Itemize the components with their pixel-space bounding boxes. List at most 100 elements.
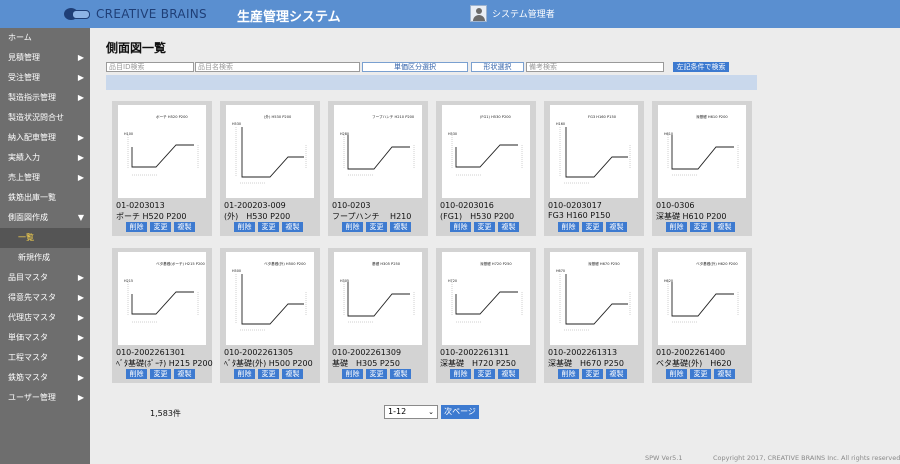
edit-button[interactable]: 変更 xyxy=(582,369,603,379)
edit-button[interactable]: 変更 xyxy=(258,369,279,379)
copy-button[interactable]: 複製 xyxy=(606,369,627,379)
edit-button[interactable]: 変更 xyxy=(366,222,387,232)
card-name: ﾍﾞﾀ基礎(外) H500 P200 xyxy=(224,359,313,368)
side-drawing-thumbnail[interactable]: フープハンチ H210 P200 H280 xyxy=(334,105,422,198)
copy-button[interactable]: 複製 xyxy=(498,369,519,379)
remarks-search-input[interactable]: 備考検索 xyxy=(526,62,664,72)
delete-button[interactable]: 削除 xyxy=(666,369,687,379)
drawing-card: 基礎 H305 P250 H305 010-2002261309 基礎 H305 P2… xyxy=(328,248,428,383)
delete-button[interactable]: 削除 xyxy=(342,369,363,379)
sidebar-item[interactable]: 鉄筋出庫一覧 xyxy=(0,188,90,208)
sidebar-item[interactable]: 製造指示管理 ▶ xyxy=(0,88,90,108)
sidebar-item[interactable]: 売上管理 ▶ xyxy=(0,168,90,188)
delete-button[interactable]: 削除 xyxy=(558,222,579,232)
unit-class-select-button[interactable]: 単価区分選択 xyxy=(362,62,468,72)
sidebar-item[interactable]: ユーザー管理 ▶ xyxy=(0,388,90,408)
side-drawing-thumbnail[interactable]: ポーチ H520 P200 H100 xyxy=(118,105,206,198)
next-page-button[interactable]: 次ページ xyxy=(441,405,479,419)
delete-button[interactable]: 削除 xyxy=(450,222,471,232)
edit-button[interactable]: 変更 xyxy=(366,369,387,379)
side-drawing-svg: ポーチ H520 P200 H100 xyxy=(124,114,199,176)
copy-button[interactable]: 複製 xyxy=(714,369,735,379)
sidebar-item-label: 納入配車管理 xyxy=(8,133,56,142)
sidebar-item[interactable]: 受注管理 ▶ xyxy=(0,68,90,88)
side-drawing-thumbnail[interactable]: 基礎 H305 P250 H305 xyxy=(334,252,422,345)
card-name: ポーチ H520 P200 xyxy=(116,212,187,221)
edit-button[interactable]: 変更 xyxy=(582,222,603,232)
sidebar-item-label: 得意先マスタ xyxy=(8,293,56,302)
delete-button[interactable]: 削除 xyxy=(558,369,579,379)
sidebar-subitem[interactable]: 一覧 xyxy=(0,228,90,248)
delete-button[interactable]: 削除 xyxy=(450,369,471,379)
result-count: 1,583件 xyxy=(150,409,181,418)
sidebar-item[interactable]: 代理店マスタ ▶ xyxy=(0,308,90,328)
user-menu[interactable]: システム管理者 xyxy=(470,5,555,22)
copy-button[interactable]: 複製 xyxy=(282,369,303,379)
drawing-outline xyxy=(241,127,304,178)
delete-button[interactable]: 削除 xyxy=(126,222,147,232)
side-drawing-thumbnail[interactable]: 深基礎 H670 P250 H670 xyxy=(550,252,638,345)
edit-button[interactable]: 変更 xyxy=(150,369,171,379)
delete-button[interactable]: 削除 xyxy=(234,222,255,232)
drawing-card: ポーチ H520 P200 H100 01-0203013 ポーチ H520 P200… xyxy=(112,101,212,236)
sidebar-item[interactable]: 単価マスタ ▶ xyxy=(0,328,90,348)
drawing-outline xyxy=(455,291,518,315)
delete-button[interactable]: 削除 xyxy=(126,369,147,379)
copy-button[interactable]: 複製 xyxy=(714,222,735,232)
delete-button[interactable]: 削除 xyxy=(666,222,687,232)
edit-button[interactable]: 変更 xyxy=(690,369,711,379)
sidebar-item[interactable]: 実績入力 ▶ xyxy=(0,148,90,168)
chevron-right-icon: ▶ xyxy=(77,153,84,162)
drawing-height-label: H720 xyxy=(448,279,457,283)
side-drawing-thumbnail[interactable]: FG3 H160 P150 H160 xyxy=(550,105,638,198)
sidebar-item[interactable]: 側面図作成 ▼ xyxy=(0,208,90,228)
shape-select-button[interactable]: 形状選択 xyxy=(471,62,524,72)
side-drawing-thumbnail[interactable]: ベタ基礎(ポーチ) H215 P200 H215 xyxy=(118,252,206,345)
card-code: 01-200203-009 xyxy=(224,201,286,210)
card-actions: 削除 変更 複製 xyxy=(450,369,519,379)
copy-button[interactable]: 複製 xyxy=(390,222,411,232)
edit-button[interactable]: 変更 xyxy=(474,222,495,232)
chevron-right-icon: ▶ xyxy=(77,353,84,362)
sidebar-subitem[interactable]: 新規作成 xyxy=(0,248,90,268)
card-actions: 削除 変更 複製 xyxy=(558,369,627,379)
sidebar-item[interactable]: 工程マスタ ▶ xyxy=(0,348,90,368)
sidebar-item[interactable]: 見積管理 ▶ xyxy=(0,48,90,68)
sidebar-item[interactable]: ホーム xyxy=(0,28,90,48)
copy-button[interactable]: 複製 xyxy=(498,222,519,232)
sidebar-item[interactable]: 納入配車管理 ▶ xyxy=(0,128,90,148)
user-avatar-icon xyxy=(470,5,487,22)
delete-button[interactable]: 削除 xyxy=(342,222,363,232)
copy-button[interactable]: 複製 xyxy=(390,369,411,379)
copy-button[interactable]: 複製 xyxy=(282,222,303,232)
edit-button[interactable]: 変更 xyxy=(474,369,495,379)
search-button[interactable]: 左記条件で検索 xyxy=(673,62,729,72)
sidebar-item[interactable]: 品目マスタ ▶ xyxy=(0,268,90,288)
sidebar-item[interactable]: 鉄筋マスタ ▶ xyxy=(0,368,90,388)
item-id-search-input[interactable]: 品目ID検索 xyxy=(106,62,194,72)
side-drawing-thumbnail[interactable]: 深基礎 H610 P200 H610 xyxy=(658,105,746,198)
sidebar-item[interactable]: 得意先マスタ ▶ xyxy=(0,288,90,308)
side-drawing-thumbnail[interactable]: (FG1) H530 P200 H530 xyxy=(442,105,530,198)
copy-button[interactable]: 複製 xyxy=(174,222,195,232)
drawing-title: 深基礎 H610 P200 xyxy=(696,114,728,119)
drawing-card: 深基礎 H720 P250 H720 010-2002261311 深基礎 H720 … xyxy=(436,248,536,383)
delete-button[interactable]: 削除 xyxy=(234,369,255,379)
side-drawing-thumbnail[interactable]: ベタ基礎(外) H500 P200 H500 xyxy=(226,252,314,345)
copy-button[interactable]: 複製 xyxy=(174,369,195,379)
drawing-card: ベタ基礎(ポーチ) H215 P200 H215 010-2002261301 ﾍﾞﾀ… xyxy=(112,248,213,383)
side-drawing-thumbnail[interactable]: 深基礎 H720 P250 H720 xyxy=(442,252,530,345)
sidebar-item[interactable]: 製造状況問合せ xyxy=(0,108,90,128)
copy-button[interactable]: 複製 xyxy=(606,222,627,232)
item-name-search-input[interactable]: 品目名検索 xyxy=(195,62,360,72)
drawing-title: フープハンチ H210 P200 xyxy=(372,114,415,119)
page-range-select[interactable]: 1-12 ⌄ xyxy=(384,405,438,419)
edit-button[interactable]: 変更 xyxy=(690,222,711,232)
edit-button[interactable]: 変更 xyxy=(258,222,279,232)
edit-button[interactable]: 変更 xyxy=(150,222,171,232)
side-drawing-thumbnail[interactable]: ベタ基礎(外) H620 P200 H620 xyxy=(658,252,746,345)
logo[interactable]: CREATIVE BRAINS xyxy=(64,5,207,23)
chevron-right-icon: ▶ xyxy=(77,313,84,322)
card-code: 010-2002261301 xyxy=(116,348,186,357)
side-drawing-thumbnail[interactable]: (外) H530 P200 H530 xyxy=(226,105,314,198)
